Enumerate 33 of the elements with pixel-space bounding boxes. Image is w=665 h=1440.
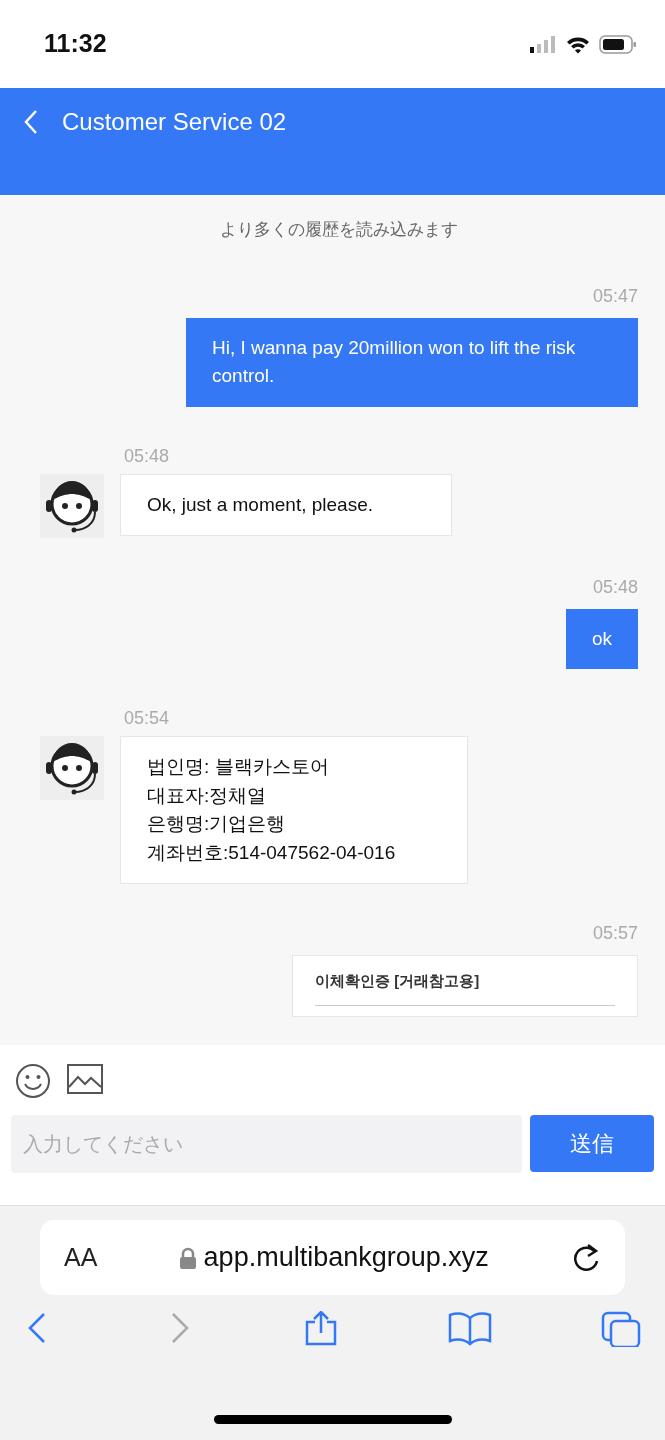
message-bubble: Hi, I wanna pay 20million won to lift the risk control. bbox=[186, 317, 638, 407]
chat-title: Customer Service 02 bbox=[62, 106, 287, 137]
emoji-icon[interactable] bbox=[15, 1063, 51, 1099]
book-icon[interactable] bbox=[447, 1311, 492, 1347]
lock-icon bbox=[179, 1246, 196, 1269]
message-time: 05:57 bbox=[592, 922, 638, 945]
send-button[interactable]: 送信 bbox=[530, 1115, 654, 1172]
document-title: 이체확인증 [거래참고용] bbox=[315, 970, 615, 1006]
message-line: 대표자:정채열 bbox=[147, 783, 268, 808]
text-size-button[interactable]: AA bbox=[64, 1238, 98, 1277]
url-text: app.multibankgroup.xyz bbox=[203, 1241, 489, 1275]
message-input[interactable]: 入力してください bbox=[11, 1115, 522, 1173]
status-time: 11:32 bbox=[44, 28, 107, 60]
agent-avatar bbox=[40, 736, 104, 800]
message-time: 05:47 bbox=[592, 284, 638, 308]
message-line: 법인명: 블랙카스토어 bbox=[147, 755, 330, 779]
message-time: 05:48 bbox=[592, 575, 638, 599]
image-icon[interactable] bbox=[67, 1063, 103, 1095]
reload-icon[interactable] bbox=[571, 1241, 601, 1274]
message-time: 05:48 bbox=[124, 444, 171, 468]
agent-avatar bbox=[40, 473, 104, 538]
tabs-icon[interactable] bbox=[601, 1311, 641, 1347]
message-bubble: Ok, just a moment, please. bbox=[120, 473, 452, 536]
message-line: 계좌번호:514-047562-04-016 bbox=[147, 840, 397, 865]
message-line: 은행명:기업은행 bbox=[147, 812, 287, 836]
load-more-link[interactable]: より多くの履歴を読み込みます bbox=[40, 195, 638, 283]
address-bar[interactable]: AA app.multibankgroup.xyz bbox=[40, 1220, 625, 1295]
battery-icon bbox=[599, 34, 637, 54]
message-time: 05:54 bbox=[124, 707, 171, 730]
back-button[interactable] bbox=[24, 108, 38, 135]
message-bubble: ok bbox=[565, 608, 638, 669]
back-icon bbox=[24, 108, 38, 135]
signal-icon bbox=[529, 35, 557, 53]
